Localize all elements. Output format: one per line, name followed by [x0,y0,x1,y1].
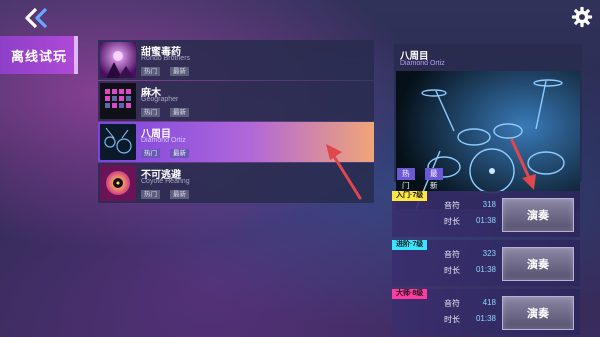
back-chevrons-icon[interactable] [22,6,54,30]
preview-tag-hot: 热门 [397,168,415,190]
difficulty-card-advanced: 进阶·7级 音符 323 时长 01:38 演奏 [392,240,580,286]
difficulty-badge: 大师·8级 [392,289,428,299]
notes-value: 418 [482,298,496,307]
song-item-numb[interactable]: 麻木 Geographer 热门 最新 [98,81,374,121]
duration-label: 时长 [444,266,460,275]
song-preview-panel: 八周目 Diamond Ortiz [394,44,582,209]
tag-new: 最新 [170,190,189,199]
tab-indicator [74,36,78,74]
gear-icon[interactable] [571,6,593,28]
song-artist: Geographer [141,96,179,103]
tag-hot: 热门 [141,108,160,117]
song-cover-thumbnail [100,42,136,78]
notes-value: 323 [482,249,496,258]
difficulty-badge: 入门·7级 [392,191,428,201]
song-artist: Rondo Brothers [141,55,191,62]
song-cover-thumbnail [100,83,136,119]
duration-value: 01:38 [475,265,496,274]
preview-cover-image [396,71,580,209]
song-item-sweet-poison[interactable]: 甜蜜毒药 Rondo Brothers 热门 最新 [98,40,374,80]
preview-tag-new: 最新 [425,168,443,190]
tag-hot: 热门 [141,149,160,158]
difficulty-card-master: 大师·8级 音符 418 时长 01:38 演奏 [392,289,580,335]
song-item-inescapable[interactable]: 不可逃避 Coyote Hearing 热门 最新 [98,163,374,203]
duration-label: 时长 [444,315,460,324]
play-button[interactable]: 演奏 [502,198,574,232]
duration-value: 01:38 [475,314,496,323]
song-item-eighth-loop[interactable]: 八周目 Diamond Ortiz 热门 最新 [98,122,374,162]
play-button[interactable]: 演奏 [502,247,574,281]
song-list: 甜蜜毒药 Rondo Brothers 热门 最新 麻木 Geographer … [98,40,376,204]
preview-artist: Diamond Ortiz [400,60,445,67]
duration-value: 01:38 [475,216,496,225]
tag-hot: 热门 [141,190,160,199]
category-tab-label: 离线试玩 [10,48,67,64]
play-button[interactable]: 演奏 [502,296,574,330]
category-tab-offline-trial[interactable]: 离线试玩 [0,36,78,74]
tag-new: 最新 [170,149,189,158]
difficulty-badge: 进阶·7级 [392,240,428,250]
song-artist: Diamond Ortiz [141,137,186,144]
notes-label: 音符 [444,201,460,210]
song-cover-thumbnail [100,165,136,201]
notes-label: 音符 [444,250,460,259]
song-artist: Coyote Hearing [141,178,190,185]
duration-label: 时长 [444,217,460,226]
tag-hot: 热门 [141,67,160,76]
notes-label: 音符 [444,299,460,308]
song-cover-thumbnail [100,124,136,160]
tag-new: 最新 [170,108,189,117]
difficulty-card-beginner: 入门·7级 音符 318 时长 01:38 演奏 [392,191,580,237]
notes-value: 318 [482,200,496,209]
tag-new: 最新 [170,67,189,76]
